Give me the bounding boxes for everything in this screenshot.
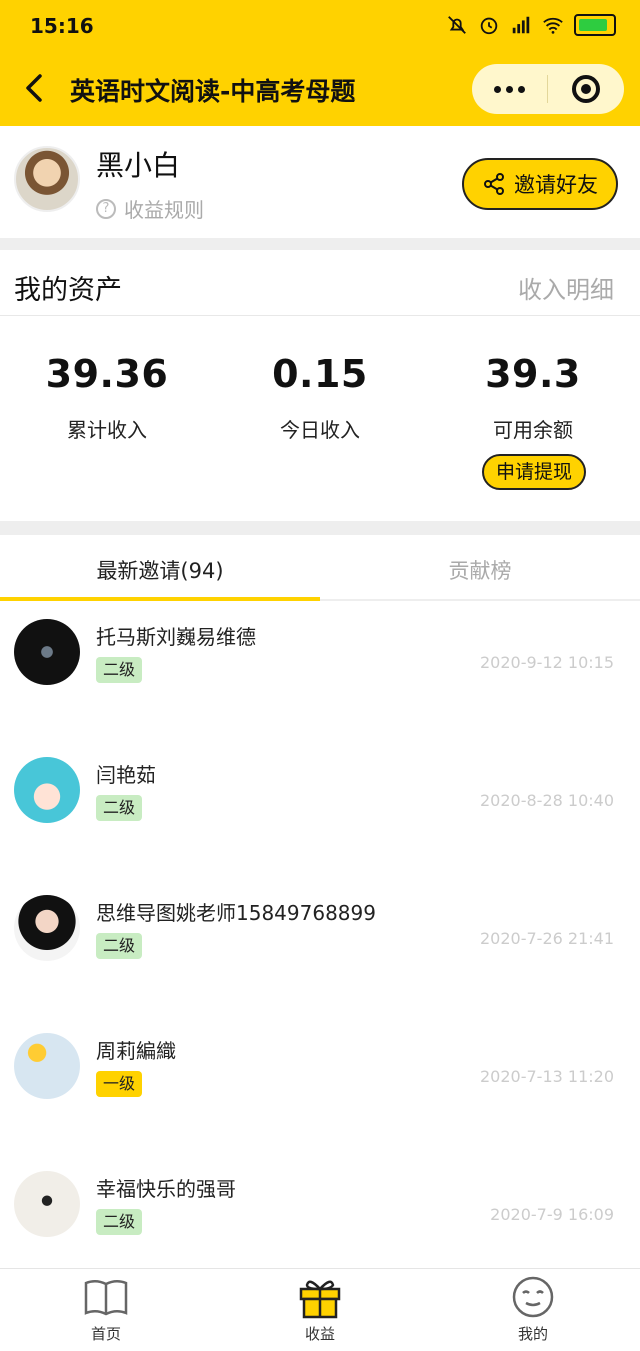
mini-program-capsule [472, 64, 624, 114]
section-divider [0, 238, 640, 250]
status-icons [446, 14, 616, 36]
user-name: 黑小白 [96, 149, 181, 182]
invite-date: 2020-9-12 10:15 [480, 653, 614, 672]
avatar [14, 895, 80, 961]
list-item[interactable]: 思维导图姚老师15849768899 二级 2020-7-26 21:41 [0, 879, 640, 1017]
bottom-tab-mine-label: 我的 [517, 1325, 548, 1343]
earnings-rules-link[interactable]: ? 收益规则 [96, 194, 204, 223]
level-badge: 二级 [96, 1209, 143, 1235]
income-detail-link[interactable]: 收入明细 [518, 270, 614, 305]
invitee-name: 托马斯刘巍易维德 [96, 625, 256, 649]
share-icon [484, 173, 504, 195]
invite-date: 2020-7-13 11:20 [480, 1067, 614, 1086]
profile-section: 黑小白 ? 收益规则 邀请好友 [0, 126, 640, 238]
today-income-value: 0.15 [272, 352, 368, 396]
wifi-icon [543, 17, 563, 34]
bottom-tab-home[interactable]: 首页 [46, 1275, 166, 1344]
invite-date: 2020-7-26 21:41 [480, 929, 614, 948]
total-income-label: 累计收入 [67, 418, 147, 442]
invite-list: 托马斯刘巍易维德 二级 2020-9-12 10:15 闫艳茹 二级 2020-… [0, 603, 640, 1268]
invite-date: 2020-8-28 10:40 [480, 791, 614, 810]
level-badge: 二级 [96, 933, 143, 959]
mute-bell-icon [448, 16, 466, 34]
alarm-icon [480, 17, 498, 35]
gift-icon [299, 1280, 341, 1319]
avatar [14, 1171, 80, 1237]
assets-heading: 我的资产 [14, 275, 122, 306]
invite-date: 2020-7-9 16:09 [490, 1205, 614, 1224]
invitee-name: 思维导图姚老师15849768899 [96, 901, 376, 925]
invitee-name: 幸福快乐的强哥 [96, 1177, 236, 1201]
list-item[interactable]: 幸福快乐的强哥 二级 2020-7-9 16:09 [0, 1155, 640, 1268]
signal-icon [512, 16, 530, 34]
avatar [14, 757, 80, 823]
bottom-tab-bar: 首页 收益 我的 [0, 1268, 640, 1351]
list-item[interactable]: 闫艳茹 二级 2020-8-28 10:40 [0, 741, 640, 879]
tab-bar: 最新邀请(94) 贡献榜 [0, 535, 640, 601]
page-title: 英语时文阅读-中高考母题 [70, 77, 356, 106]
level-badge: 一级 [96, 1071, 143, 1097]
page: 15:16 英语时文阅读-中高考母题 黑小白 ? 收益规则 邀请好友 我的资产 … [0, 0, 640, 1351]
total-income-stat: 39.36 累计收入 [7, 352, 207, 443]
assets-header: 我的资产 收入明细 [0, 250, 640, 316]
available-balance-value: 39.3 [485, 352, 581, 396]
bottom-tab-earnings[interactable]: 收益 [260, 1275, 380, 1344]
assets-stats: 39.36 累计收入 0.15 今日收入 39.3 可用余额 申请提现 [0, 316, 640, 521]
invitee-name: 周莉編織 [96, 1039, 176, 1063]
avatar [14, 619, 80, 685]
total-income-value: 39.36 [45, 352, 169, 396]
more-button[interactable] [472, 64, 547, 114]
withdraw-button[interactable]: 申请提现 [482, 454, 586, 490]
bottom-tab-earnings-label: 收益 [304, 1325, 335, 1343]
tab-latest-invites[interactable]: 最新邀请(94) [0, 555, 320, 585]
status-time: 15:16 [30, 14, 94, 38]
battery-icon [574, 14, 616, 36]
back-arrow-icon[interactable] [20, 70, 50, 106]
bottom-tab-home-label: 首页 [90, 1325, 121, 1343]
section-divider [0, 521, 640, 535]
close-button[interactable] [548, 64, 623, 114]
today-income-label: 今日收入 [280, 418, 360, 442]
status-bar: 15:16 [0, 0, 640, 52]
tab-contribution-rank[interactable]: 贡献榜 [320, 555, 640, 585]
list-item[interactable]: 托马斯刘巍易维德 二级 2020-9-12 10:15 [0, 603, 640, 741]
available-balance-label: 可用余额 [493, 418, 573, 442]
level-badge: 二级 [96, 795, 143, 821]
level-badge: 二级 [96, 657, 143, 683]
avatar [14, 1033, 80, 1099]
invite-friends-button[interactable]: 邀请好友 [462, 158, 618, 210]
nav-bar: 英语时文阅读-中高考母题 [0, 52, 640, 126]
top-bar: 15:16 英语时文阅读-中高考母题 [0, 0, 640, 126]
book-icon [84, 1280, 128, 1316]
active-tab-indicator [0, 597, 320, 601]
bottom-tab-mine[interactable]: 我的 [473, 1275, 593, 1344]
target-icon [571, 75, 600, 103]
available-balance-stat: 39.3 可用余额 [433, 352, 633, 443]
today-income-stat: 0.15 今日收入 [220, 352, 420, 443]
question-icon: ? [96, 198, 116, 219]
list-item[interactable]: 周莉編織 一级 2020-7-13 11:20 [0, 1017, 640, 1155]
earnings-rules-label: 收益规则 [124, 198, 204, 222]
invitee-name: 闫艳茹 [96, 763, 156, 787]
face-icon [512, 1276, 554, 1318]
invite-friends-label: 邀请好友 [514, 173, 598, 197]
avatar [14, 146, 80, 212]
